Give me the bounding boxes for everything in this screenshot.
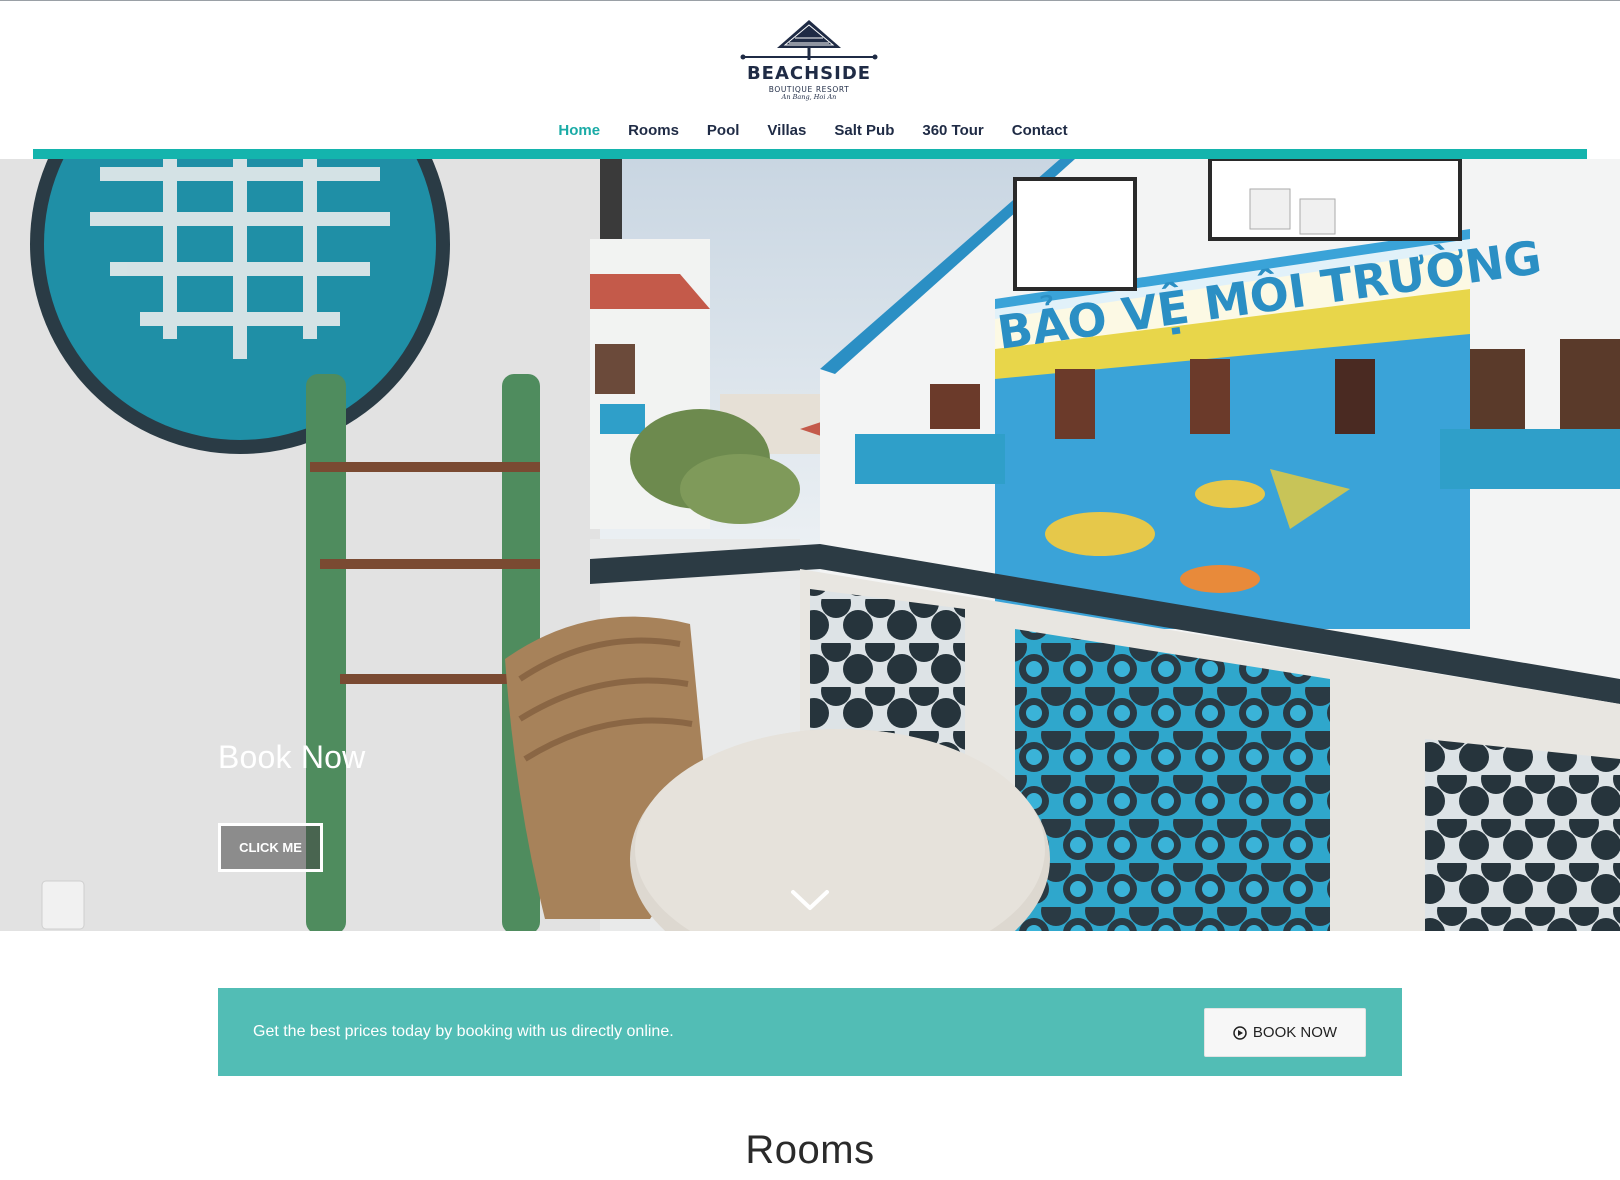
logo-location: An Bang, Hoi An <box>781 93 837 101</box>
hero-cta-button[interactable]: CLICK ME <box>218 823 323 872</box>
nav-accent-bar <box>33 149 1587 159</box>
booking-promo-band: Get the best prices today by booking wit… <box>218 988 1402 1076</box>
logo-wordmark: BEACHSIDE <box>746 63 872 84</box>
umbrella-hut-icon <box>740 20 878 60</box>
hero-title: Book Now <box>218 739 366 775</box>
site-logo[interactable]: BEACHSIDE BOUTIQUE RESORT An Bang, Hoi A… <box>739 18 879 102</box>
book-now-button[interactable]: BOOK NOW <box>1204 1008 1366 1057</box>
hero-photo: BẢO VỆ MÔI TRƯỜNG <box>0 159 1620 931</box>
book-now-label: BOOK NOW <box>1252 1024 1338 1041</box>
promo-text: Get the best prices today by booking wit… <box>253 1023 674 1040</box>
hero-slider: BẢO VỆ MÔI TRƯỜNG Book Now CLICK ME <box>0 159 1620 931</box>
chevron-down-icon[interactable] <box>789 888 831 914</box>
arrow-circle-right-icon <box>1233 1025 1247 1040</box>
rooms-section-title: Rooms <box>745 1128 875 1172</box>
nav-list: Home Rooms Pool Villas Salt Pub 360 Tour… <box>544 119 1081 159</box>
main-nav: Home Rooms Pool Villas Salt Pub 360 Tour… <box>0 119 1620 159</box>
site-header: BEACHSIDE BOUTIQUE RESORT An Bang, Hoi A… <box>0 1 1620 159</box>
